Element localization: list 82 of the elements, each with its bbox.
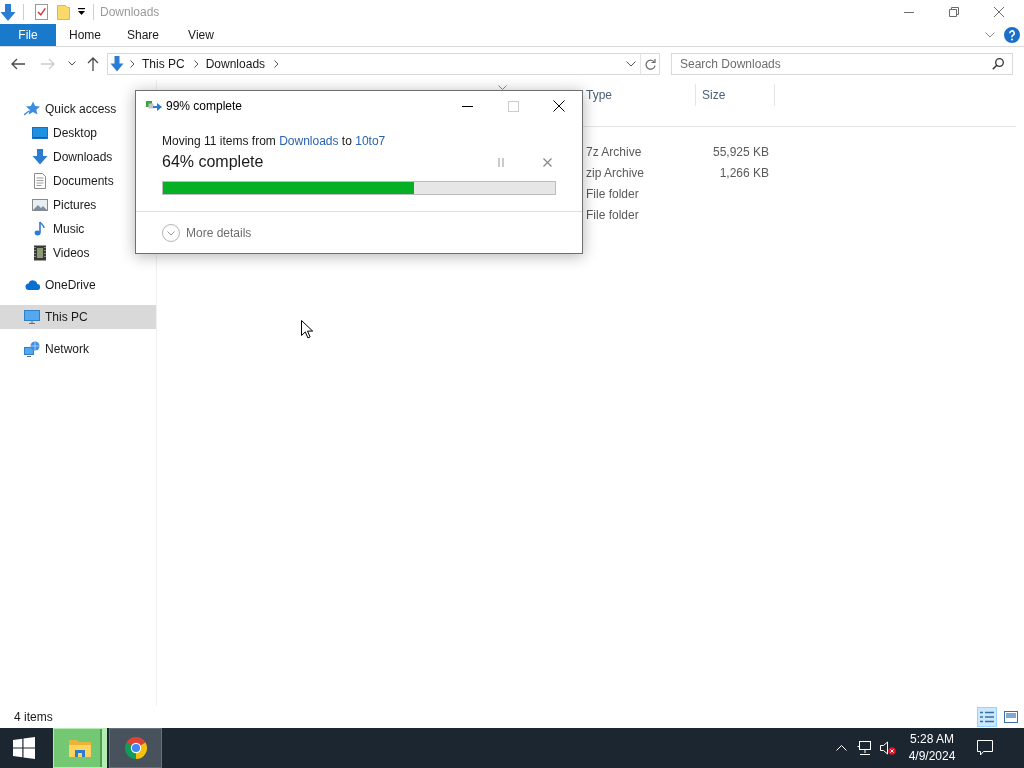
refresh-icon — [644, 57, 656, 70]
breadcrumb-item[interactable]: Downloads — [202, 54, 269, 73]
music-note-icon — [32, 221, 48, 237]
film-icon — [32, 245, 48, 261]
nav-item[interactable]: Videos — [0, 241, 132, 265]
folder-icon — [68, 738, 92, 758]
chevron-right-icon[interactable] — [193, 59, 199, 68]
nav-item[interactable]: Desktop — [0, 121, 132, 145]
download-arrow-icon[interactable] — [0, 3, 16, 21]
help-icon[interactable] — [1004, 27, 1020, 43]
document-icon — [32, 173, 48, 189]
dropdown-caret-icon[interactable] — [77, 8, 86, 16]
ribbon-tab[interactable]: Share — [114, 24, 172, 46]
folder-link[interactable]: 10to7 — [355, 134, 386, 148]
chevron-right-icon[interactable] — [130, 59, 135, 68]
column-header[interactable]: Size — [695, 84, 775, 106]
maximize-icon — [507, 100, 519, 112]
nav-item[interactable]: This PC — [0, 305, 156, 329]
up-arrow-icon — [87, 56, 99, 71]
close-icon — [553, 100, 565, 112]
table-cell-text: 55,925 KB — [711, 143, 770, 161]
chevron-down-icon — [68, 61, 76, 66]
search-field[interactable]: Search Downloads — [671, 52, 1013, 75]
windows-logo-icon — [13, 737, 35, 759]
ribbon-tab[interactable]: Home — [56, 24, 114, 46]
chevron-up-icon — [835, 745, 847, 751]
item-count: 4 items — [14, 709, 53, 726]
address-bar[interactable]: This PC Downloads — [107, 52, 660, 75]
nav-item[interactable]: Network — [0, 337, 132, 361]
download-arrow-icon — [110, 55, 124, 72]
details-list-icon — [980, 711, 994, 723]
download-arrow-icon — [32, 149, 48, 165]
mouse-pointer-icon — [301, 320, 313, 339]
cloud-icon — [24, 277, 40, 293]
picture-icon — [1004, 711, 1018, 723]
chevron-right-icon[interactable] — [274, 59, 280, 68]
more-details-button[interactable]: More details — [162, 223, 252, 242]
close-icon — [542, 157, 552, 167]
close-icon — [993, 7, 1004, 17]
speech-bubble-icon — [977, 740, 993, 756]
window-title: Downloads — [100, 4, 160, 21]
ribbon-tab[interactable]: View — [172, 24, 230, 46]
network-icon — [857, 741, 873, 755]
chevron-circle-icon — [162, 223, 180, 242]
table-cell-text: 7z Archive — [585, 143, 643, 161]
clock-time: 5:28 AM — [910, 731, 954, 748]
nav-item[interactable]: Quick access — [0, 97, 132, 121]
dialog-title: 99% complete — [166, 98, 243, 115]
nav-item[interactable]: Documents — [0, 169, 132, 193]
circle-logo-icon — [123, 736, 148, 760]
table-cell-text: File folder — [585, 206, 640, 224]
nav-item[interactable]: Music — [0, 217, 132, 241]
chevron-down-icon[interactable] — [626, 60, 636, 67]
column-header[interactable]: Type — [584, 84, 695, 106]
move-files-icon — [146, 100, 162, 112]
browser-taskbar-button[interactable] — [109, 728, 162, 768]
network-icon — [24, 341, 40, 357]
pause-icon — [498, 157, 504, 167]
folder-link[interactable]: Downloads — [279, 134, 339, 148]
progress-status: 64% complete — [162, 152, 264, 172]
file-menu-tab[interactable]: File — [0, 24, 56, 46]
restore-icon — [948, 7, 959, 17]
details-view-button[interactable] — [977, 707, 997, 727]
table-cell-text: File folder — [585, 185, 640, 203]
table-cell-text: zip Archive — [585, 164, 646, 182]
nav-item[interactable]: Downloads — [0, 145, 132, 169]
nav-item[interactable]: OneDrive — [0, 273, 132, 297]
breadcrumb-item[interactable]: This PC — [139, 54, 188, 73]
table-cell-text: 1,266 KB — [718, 164, 770, 182]
move-message: Moving 11 items from Downloads to 10to7 — [162, 133, 387, 149]
search-icon[interactable] — [992, 57, 1004, 70]
checklist-icon[interactable] — [35, 4, 48, 20]
desktop-icon — [32, 125, 48, 141]
computer-icon — [24, 309, 40, 325]
nav-item[interactable]: Pictures — [0, 193, 132, 217]
star-icon — [24, 101, 40, 117]
back-arrow-icon — [11, 57, 25, 70]
clock-date: 4/9/2024 — [908, 748, 956, 765]
sort-caret-icon — [498, 85, 507, 90]
chevron-down-icon[interactable] — [985, 32, 995, 38]
picture-icon — [32, 197, 48, 213]
forward-arrow-icon — [41, 57, 55, 70]
